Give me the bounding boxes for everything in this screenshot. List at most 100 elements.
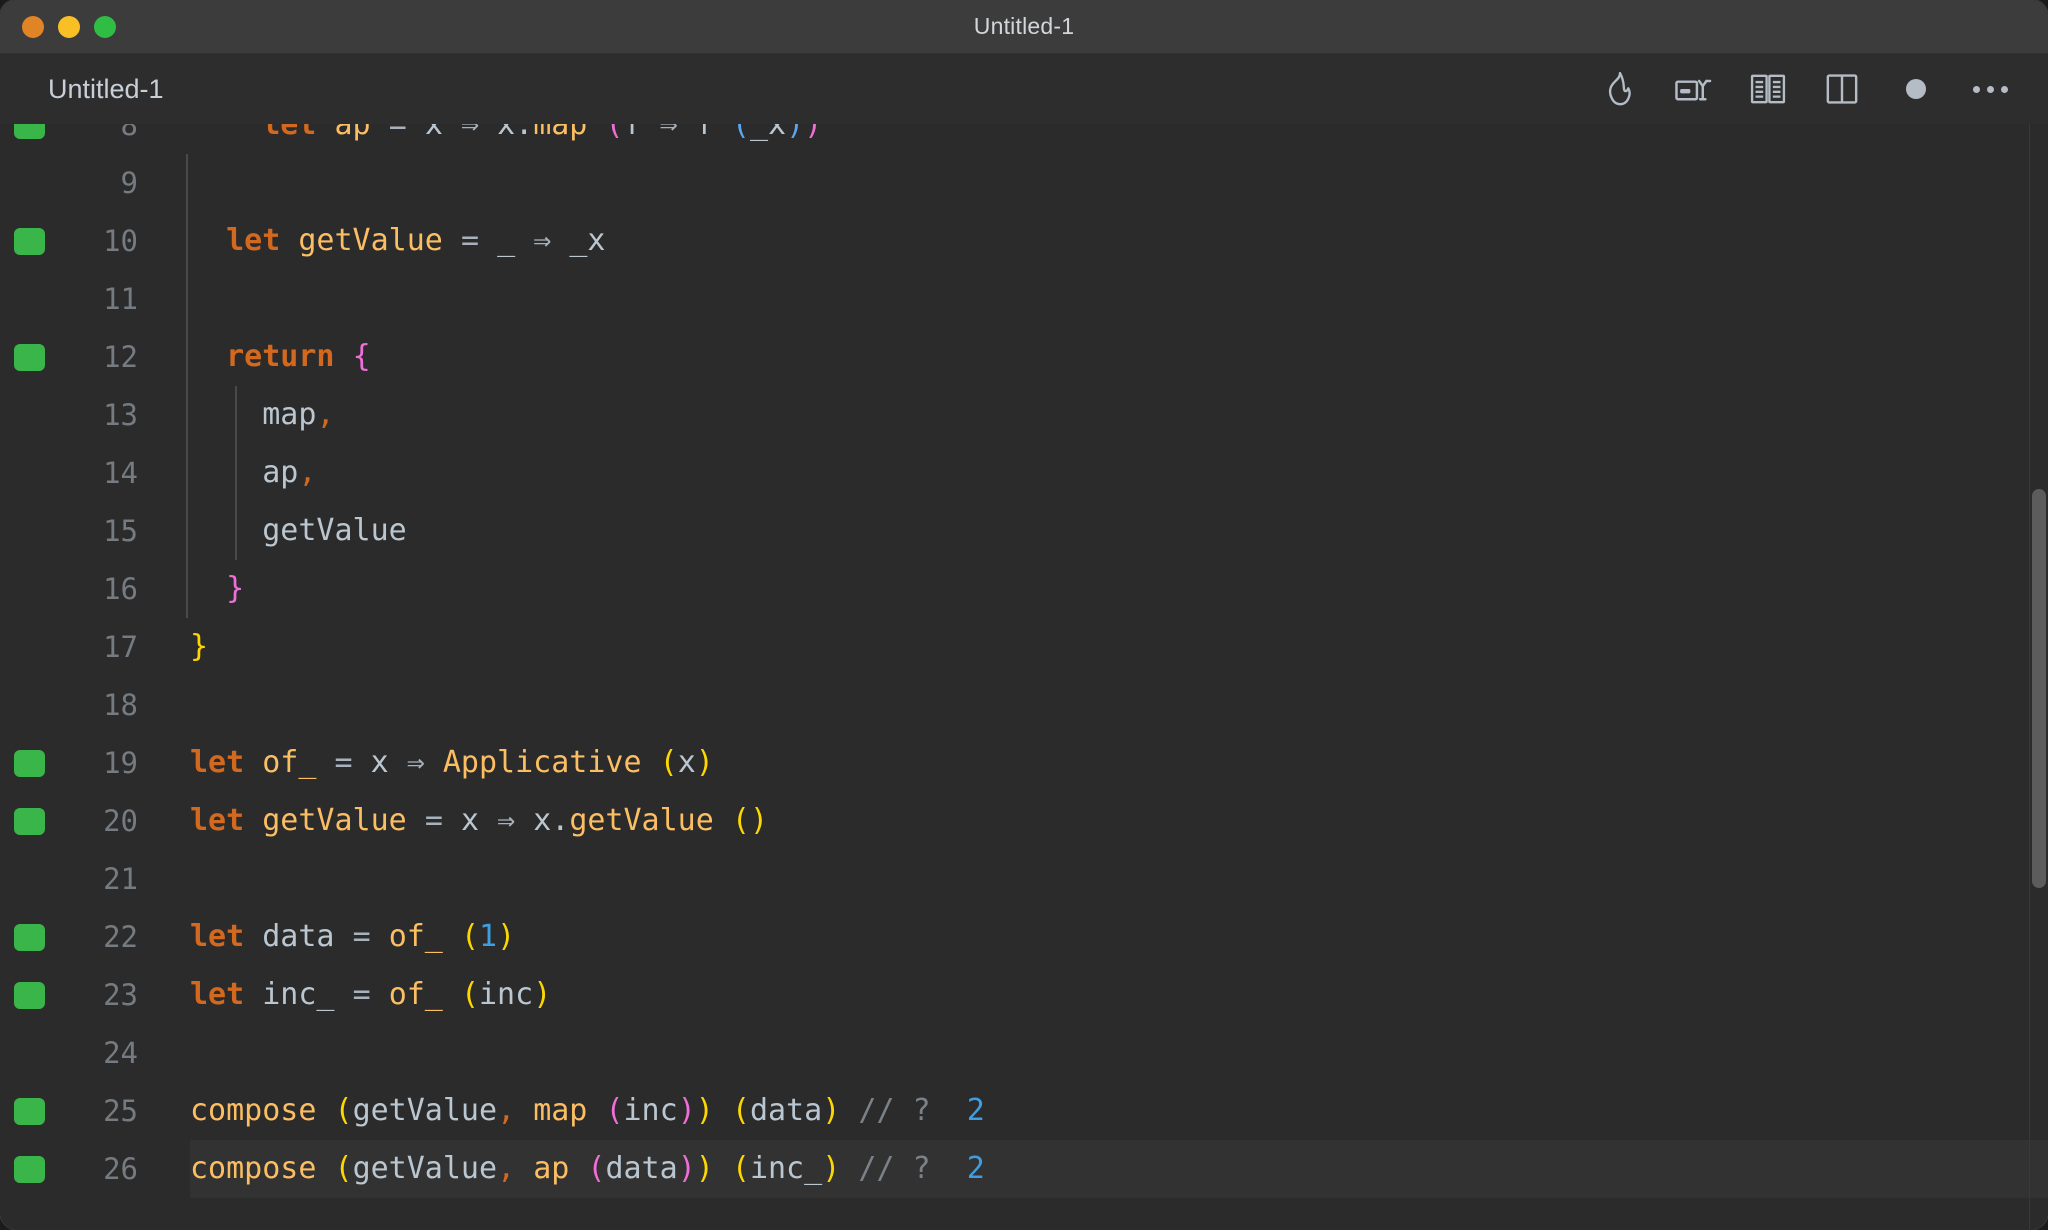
gutter-run-marker[interactable]: [14, 1098, 45, 1125]
token: =: [424, 803, 443, 838]
token: =: [352, 977, 371, 1012]
token: (: [731, 1093, 750, 1128]
line-number: 9: [120, 166, 138, 200]
code-text[interactable]: let getValue = _ ⇒ _x: [190, 212, 605, 270]
code-text[interactable]: let inc_ = of_ (inc): [190, 966, 551, 1024]
code-line-22[interactable]: 22 let data = of_ (1): [0, 908, 2048, 966]
gutter-run-marker[interactable]: [14, 124, 45, 139]
code-text[interactable]: let of_ = x ⇒ Applicative (x): [190, 734, 714, 792]
code-text[interactable]: getValue: [190, 502, 407, 560]
token: ): [695, 1151, 714, 1186]
code-text[interactable]: let ap = x ⇒ x.map (f ⇒ f (_x)): [190, 124, 822, 154]
code-line-11[interactable]: 11: [0, 270, 2048, 328]
code-line-9[interactable]: 9: [0, 154, 2048, 212]
token: ): [804, 124, 823, 142]
code-lines-container[interactable]: 8 let ap = x ⇒ x.map (f ⇒ f (_x)) 9 10 let…: [0, 124, 2048, 1198]
code-text[interactable]: ap,: [190, 444, 316, 502]
token: let: [190, 803, 245, 838]
code-line-14[interactable]: 14 ap,: [0, 444, 2048, 502]
gutter-run-marker[interactable]: [14, 924, 45, 951]
token: getValue: [352, 1093, 498, 1128]
tab-untitled-1[interactable]: Untitled-1: [48, 74, 164, 105]
code-text[interactable]: compose (getValue, map (inc)) (data) // …: [190, 1082, 985, 1140]
code-line-23[interactable]: 23 let inc_ = of_ (inc): [0, 966, 2048, 1024]
token: ⇒: [497, 803, 516, 838]
token: inc: [623, 1093, 678, 1128]
token: (: [731, 803, 750, 838]
code-line-8[interactable]: 8 let ap = x ⇒ x.map (f ⇒ f (_x)): [0, 124, 2048, 154]
token: }: [190, 629, 209, 664]
code-line-18[interactable]: 18: [0, 676, 2048, 734]
code-text[interactable]: map,: [190, 386, 335, 444]
token: (: [334, 1151, 353, 1186]
code-text[interactable]: let data = of_ (1): [190, 908, 515, 966]
traffic-light-controls: [22, 15, 116, 38]
close-button[interactable]: [22, 15, 44, 38]
line-number: 22: [103, 920, 138, 954]
code-text[interactable]: compose (getValue, ap (data)) (inc_) // …: [190, 1140, 985, 1198]
code-text[interactable]: return {: [190, 328, 371, 386]
code-line-17[interactable]: 17}: [0, 618, 2048, 676]
vertical-scrollbar-track[interactable]: [2030, 124, 2048, 1230]
zoom-button[interactable]: [94, 15, 116, 38]
flame-icon[interactable]: [1598, 67, 1642, 111]
code-line-21[interactable]: 21: [0, 850, 2048, 908]
token: (: [460, 977, 479, 1012]
split-editor-icon[interactable]: [1820, 67, 1864, 111]
run-code-icon[interactable]: [1672, 67, 1716, 111]
open-book-icon[interactable]: [1746, 67, 1790, 111]
vertical-scrollbar-thumb[interactable]: [2032, 489, 2046, 888]
token: ): [822, 1093, 841, 1128]
line-number: 10: [103, 224, 138, 258]
code-line-25[interactable]: 25 compose (getValue, map (inc)) (data) /…: [0, 1082, 2048, 1140]
code-text[interactable]: }: [190, 618, 208, 676]
code-line-10[interactable]: 10 let getValue = _ ⇒ _x: [0, 212, 2048, 270]
code-line-20[interactable]: 20 let getValue = x ⇒ x.getValue (): [0, 792, 2048, 850]
token: ,: [316, 397, 335, 432]
code-line-26[interactable]: 26 compose (getValue, ap (data)) (inc_) /…: [0, 1140, 2048, 1198]
gutter-run-marker[interactable]: [14, 344, 45, 371]
token: ): [749, 803, 768, 838]
code-editor[interactable]: 8 let ap = x ⇒ x.map (f ⇒ f (_x)) 9 10 let…: [0, 124, 2048, 1230]
line-number: 25: [103, 1094, 138, 1128]
code-text[interactable]: }: [190, 560, 244, 618]
code-text[interactable]: let getValue = x ⇒ x.getValue (): [190, 792, 768, 850]
code-line-13[interactable]: 13 map,: [0, 386, 2048, 444]
token: data: [605, 1151, 678, 1186]
indent-guide: [186, 560, 188, 618]
line-number: 17: [103, 630, 138, 664]
code-line-15[interactable]: 15 getValue: [0, 502, 2048, 560]
more-actions-icon[interactable]: [1968, 67, 2012, 111]
unsaved-dot-icon[interactable]: [1894, 67, 1938, 111]
code-line-19[interactable]: 19 let of_ = x ⇒ Applicative (x): [0, 734, 2048, 792]
gutter-run-marker[interactable]: [14, 808, 45, 835]
gutter-run-marker[interactable]: [14, 982, 45, 1009]
code-line-24[interactable]: 24: [0, 1024, 2048, 1082]
gutter-run-marker[interactable]: [14, 228, 45, 255]
code-line-12[interactable]: 12 return {: [0, 328, 2048, 386]
gutter-run-marker[interactable]: [14, 750, 45, 777]
token: ,: [298, 455, 317, 490]
minimize-button[interactable]: [58, 15, 80, 38]
code-line-16[interactable]: 16 }: [0, 560, 2048, 618]
token: ap: [334, 124, 371, 142]
line-number: 8: [120, 124, 138, 142]
token: ,: [497, 1093, 516, 1128]
line-number: 20: [103, 804, 138, 838]
line-number: 13: [103, 398, 138, 432]
gutter-run-marker[interactable]: [14, 1156, 45, 1183]
